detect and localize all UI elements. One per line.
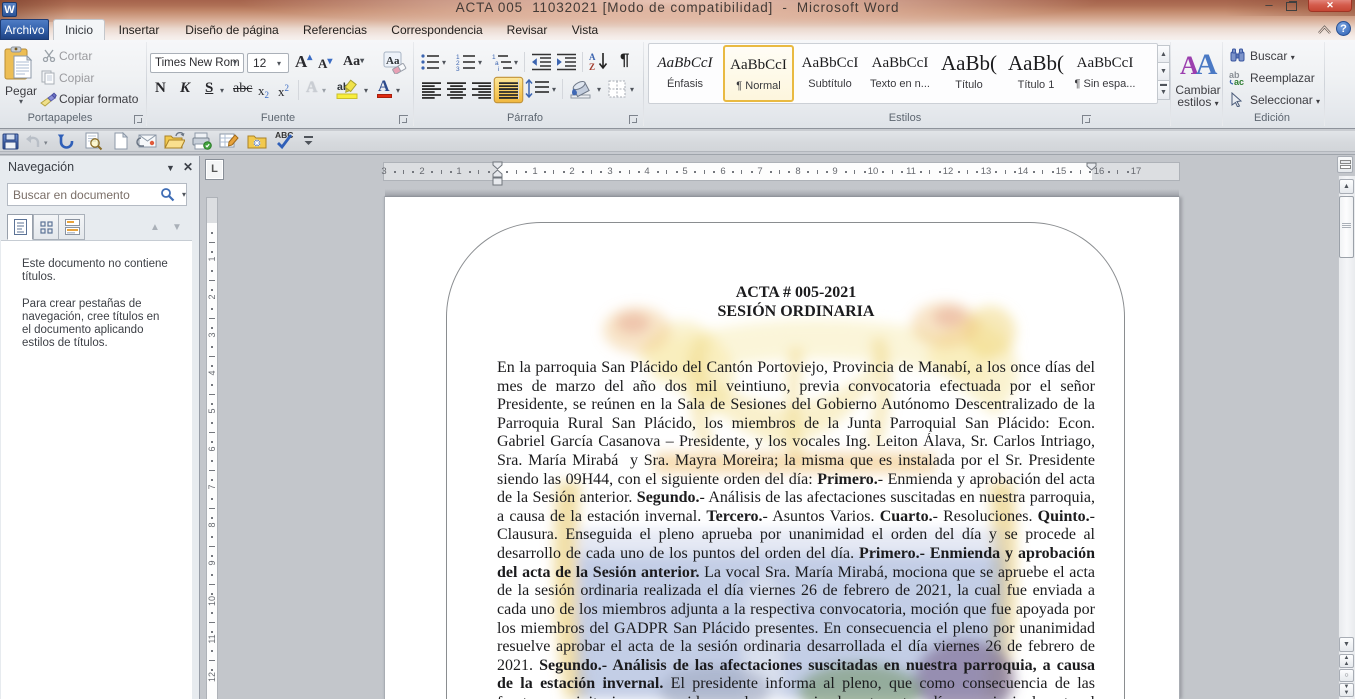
svg-text:Z: Z	[589, 62, 595, 72]
svg-text:ac: ac	[1234, 77, 1244, 86]
svg-text:A: A	[589, 52, 596, 62]
svg-text:Aa: Aa	[386, 55, 400, 67]
svg-text:i: i	[498, 66, 499, 71]
svg-text:3: 3	[456, 66, 460, 71]
